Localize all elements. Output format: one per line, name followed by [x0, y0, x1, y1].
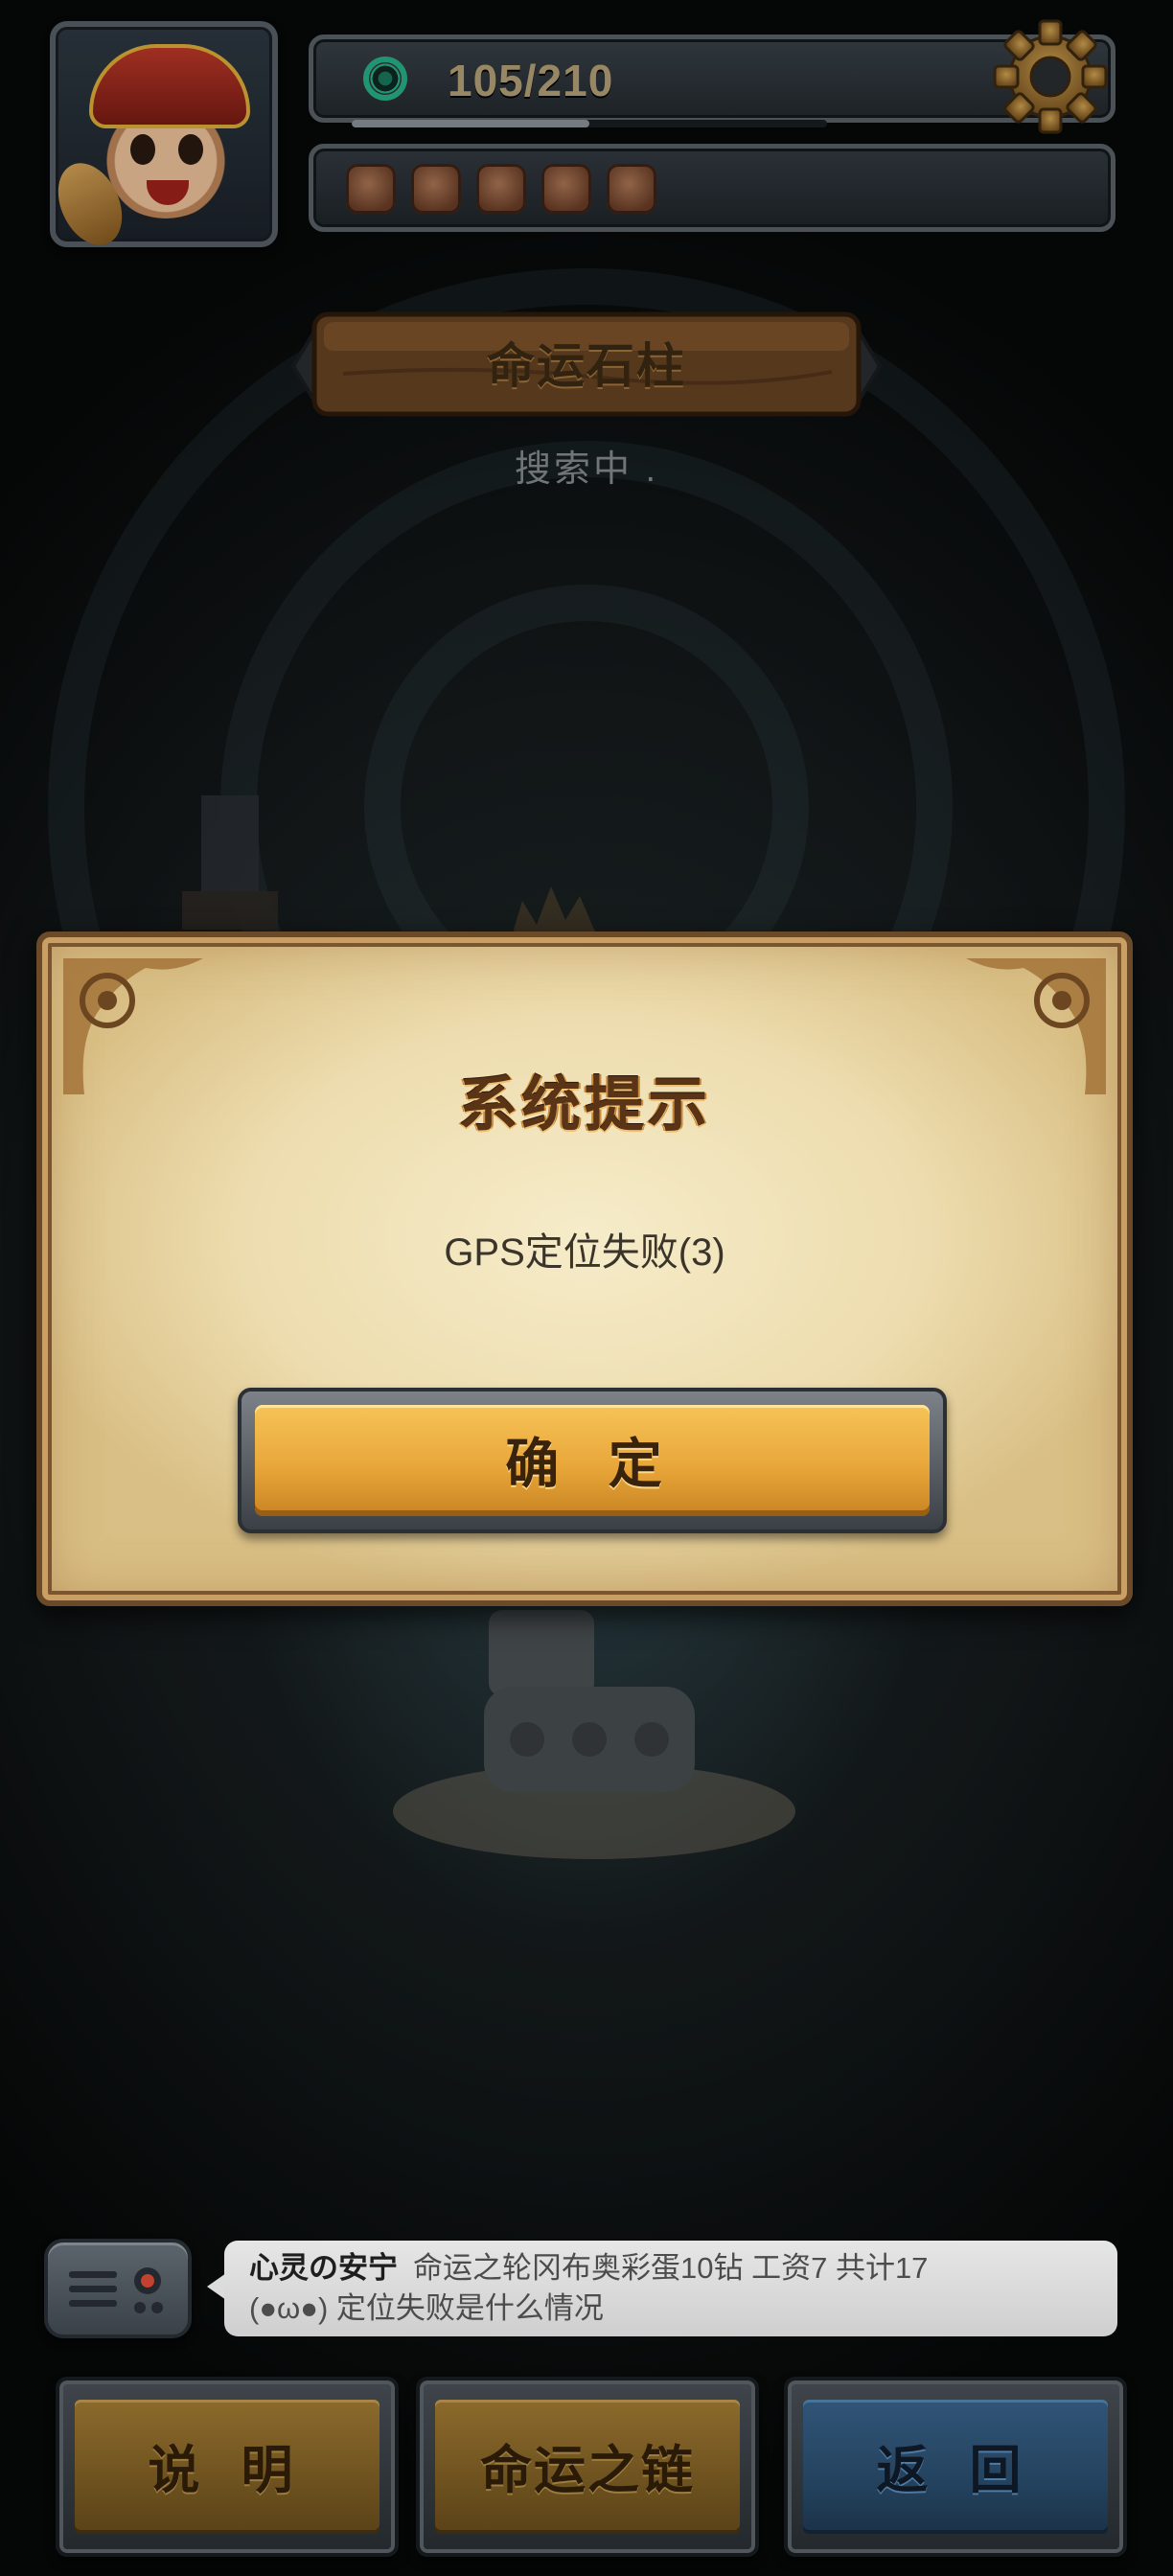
- chat-menu-icon: [69, 2267, 163, 2313]
- chat-bubble-tail: [207, 2273, 226, 2300]
- system-dialog: 系统提示 GPS定位失败(3) 确 定: [36, 932, 1133, 1606]
- help-button[interactable]: 说 明: [56, 2377, 399, 2557]
- chat-message[interactable]: 心灵の安宁 命运之轮冈布奥彩蛋10钻 工资7 共计17 (●ω●) 定位失败是什么…: [224, 2241, 1117, 2336]
- back-button[interactable]: 返 回: [784, 2377, 1127, 2557]
- chat-text-2: (●ω●) 定位失败是什么情况: [249, 2291, 604, 2325]
- chat-line-1: 心灵の安宁 命运之轮冈布奥彩蛋10钻 工资7 共计17: [249, 2248, 1092, 2288]
- dialog-message: GPS定位失败(3): [444, 1231, 725, 1274]
- chat-sender: 心灵の安宁: [249, 2251, 398, 2285]
- confirm-button[interactable]: 确 定: [238, 1388, 947, 1533]
- help-button-label: 说 明: [148, 2442, 307, 2499]
- dialog-title: 系统提示: [457, 1072, 711, 1138]
- chat-toggle-button[interactable]: [44, 2239, 192, 2338]
- fate-chain-button[interactable]: 命运之链: [416, 2377, 759, 2557]
- game-screen: 105/210 命运石柱 搜索中 . 系统提示 GPS定位失败(3) 确 定 心…: [0, 0, 1173, 2576]
- fate-chain-button-label: 命运之链: [480, 2442, 695, 2499]
- confirm-button-face: 确 定: [255, 1405, 930, 1516]
- back-button-face: 返 回: [803, 2400, 1108, 2534]
- back-button-label: 返 回: [876, 2442, 1035, 2499]
- help-button-face: 说 明: [75, 2400, 380, 2534]
- fate-chain-button-face: 命运之链: [435, 2400, 740, 2534]
- confirm-button-label: 确 定: [505, 1434, 679, 1494]
- chat-text-1: 命运之轮冈布奥彩蛋10钻 工资7 共计17: [413, 2251, 929, 2285]
